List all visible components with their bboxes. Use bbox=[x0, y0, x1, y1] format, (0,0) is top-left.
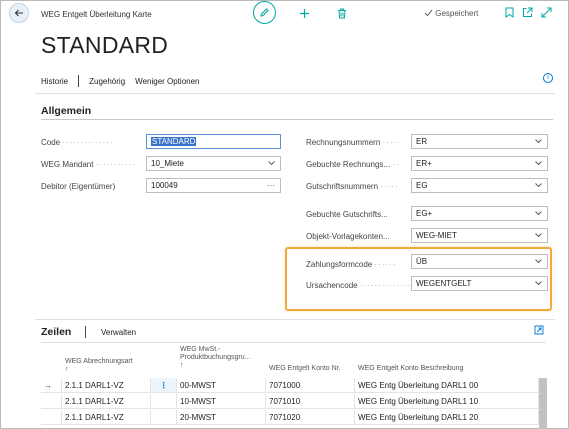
code-field[interactable]: STANDARD bbox=[146, 134, 281, 149]
posted-credit-memos-field[interactable]: EG+ bbox=[411, 206, 548, 221]
field-label-posted-credit-memos: Gebuchte Gutschrifts... bbox=[306, 210, 388, 219]
saved-status: Gespeichert bbox=[424, 9, 478, 18]
row-marker-empty bbox=[41, 394, 62, 409]
debitor-value: 100049 bbox=[151, 181, 178, 190]
cell-vat[interactable]: 10-MWST bbox=[177, 394, 266, 409]
row-menu-empty[interactable] bbox=[151, 394, 177, 409]
table-row[interactable]: 2.1.1 DARL1-VZ 10-MWST 7071010 WEG Entg … bbox=[41, 394, 541, 409]
invoice-numbers-value: ER bbox=[416, 137, 428, 146]
divider bbox=[35, 93, 555, 94]
chevron-down-icon[interactable] bbox=[533, 233, 543, 238]
pencil-icon bbox=[260, 8, 269, 17]
section-underline bbox=[41, 119, 553, 120]
code-value: STANDARD bbox=[151, 137, 197, 146]
cell-account-desc[interactable]: WEG Entg Überleitung DARL1 20 bbox=[355, 410, 539, 425]
open-in-new-window-icon bbox=[522, 7, 532, 17]
back-arrow-icon bbox=[14, 9, 23, 17]
cell-vat[interactable]: 00-MWST bbox=[177, 378, 266, 393]
posted-invoices-value: ER+ bbox=[416, 159, 432, 168]
posted-credit-memos-value: EG+ bbox=[416, 209, 433, 218]
bookmark-button[interactable] bbox=[503, 6, 515, 19]
field-label-posted-invoices: Gebuchte Rechnungs... ·· bbox=[306, 160, 400, 169]
column-header-account-no[interactable]: WEG Entgelt Konto Nr. bbox=[269, 365, 341, 373]
field-label-object-template-accounts: Objekt-Vorlagekonten... bbox=[306, 232, 390, 241]
cell-account-desc[interactable]: WEG Entg Überleitung DARL1 10 bbox=[355, 394, 539, 409]
lines-section-title[interactable]: Zeilen bbox=[41, 326, 71, 338]
cell-type[interactable]: 2.1.1 DARL1-VZ bbox=[62, 394, 151, 409]
field-label-credit-memo-numbers: Gutschriftsnummern ····· bbox=[306, 182, 399, 191]
chevron-down-icon[interactable] bbox=[533, 139, 543, 144]
top-bar: WEG Entgelt Überleitung Karte Gespeicher… bbox=[1, 1, 569, 27]
debitor-field[interactable]: 100049 ··· bbox=[146, 178, 281, 193]
divider bbox=[85, 326, 86, 338]
action-fewer-options[interactable]: Weniger Optionen bbox=[135, 77, 199, 86]
divider bbox=[35, 319, 555, 320]
field-label-weg-mandant: WEG Mandant ··········· bbox=[41, 160, 137, 169]
chevron-down-icon[interactable] bbox=[266, 161, 276, 166]
invoice-numbers-field[interactable]: ER bbox=[411, 134, 548, 149]
bookmark-icon bbox=[505, 7, 513, 18]
action-bar: Historie Zugehörig Weniger Optionen bbox=[41, 75, 200, 87]
field-label-code: Code ·············· bbox=[41, 138, 114, 147]
cell-account-desc[interactable]: WEG Entg Überleitung DARL1 00 bbox=[355, 378, 539, 393]
checkmark-icon bbox=[424, 9, 433, 17]
table-row[interactable]: → 2.1.1 DARL1-VZ ⋮ 00-MWST 7071000 WEG E… bbox=[41, 378, 541, 393]
lines-manage-action[interactable]: Verwalten bbox=[101, 328, 136, 337]
chevron-down-icon[interactable] bbox=[533, 161, 543, 166]
edit-button[interactable] bbox=[253, 1, 276, 24]
delete-button[interactable] bbox=[335, 6, 349, 20]
cell-vat[interactable]: 20-MWST bbox=[177, 410, 266, 425]
info-icon[interactable]: i bbox=[543, 73, 553, 83]
action-history[interactable]: Historie bbox=[41, 77, 68, 86]
action-related[interactable]: Zugehörig bbox=[89, 77, 125, 86]
field-label-debitor: Debitor (Eigentümer) bbox=[41, 182, 116, 191]
chevron-down-icon[interactable] bbox=[533, 211, 543, 216]
open-new-window-button[interactable] bbox=[521, 6, 533, 19]
credit-memo-numbers-field[interactable]: EG bbox=[411, 178, 548, 193]
posted-invoices-field[interactable]: ER+ bbox=[411, 156, 548, 171]
sort-ascending-icon: ↑ bbox=[180, 362, 184, 369]
cell-type[interactable]: 2.1.1 DARL1-VZ bbox=[62, 410, 151, 425]
card-page: WEG Entgelt Überleitung Karte Gespeicher… bbox=[0, 0, 569, 429]
row-menu-empty[interactable] bbox=[151, 410, 177, 425]
chevron-down-icon[interactable] bbox=[533, 183, 543, 188]
page-title: STANDARD bbox=[41, 32, 169, 58]
section-title-general[interactable]: Allgemein bbox=[41, 105, 91, 117]
expand-icon[interactable] bbox=[534, 325, 544, 337]
grid-scrollbar[interactable] bbox=[539, 378, 547, 429]
row-menu-icon[interactable]: ⋮ bbox=[151, 378, 177, 393]
table-row[interactable]: 2.1.1 DARL1-VZ 20-MWST 7071020 WEG Entg … bbox=[41, 410, 541, 425]
object-template-accounts-value: WEG-MIET bbox=[416, 231, 457, 240]
credit-memo-numbers-value: EG bbox=[416, 181, 428, 190]
window-title: WEG Entgelt Überleitung Karte bbox=[41, 10, 152, 19]
weg-mandant-value: 10_Miete bbox=[151, 159, 184, 168]
new-button[interactable] bbox=[297, 6, 311, 20]
collapse-expand-icon bbox=[541, 7, 551, 18]
divider bbox=[78, 75, 80, 87]
column-header-account-desc[interactable]: WEG Entgelt Konto Beschreibung bbox=[358, 365, 463, 373]
plus-icon bbox=[299, 8, 309, 18]
sort-ascending-icon: ↑ bbox=[65, 366, 69, 373]
trash-icon bbox=[338, 8, 346, 18]
cell-account-no[interactable]: 7071000 bbox=[266, 378, 355, 393]
expand-page-button[interactable] bbox=[540, 6, 552, 19]
column-header-type[interactable]: WEG Abrechnungsart ↑ bbox=[65, 358, 133, 374]
cell-type[interactable]: 2.1.1 DARL1-VZ bbox=[62, 378, 151, 393]
cell-account-no[interactable]: 7071020 bbox=[266, 410, 355, 425]
field-label-invoice-numbers: Rechnungsnummern ····· bbox=[306, 138, 401, 147]
divider bbox=[41, 342, 546, 343]
row-marker-empty bbox=[41, 410, 62, 425]
object-template-accounts-field[interactable]: WEG-MIET bbox=[411, 228, 548, 243]
weg-mandant-field[interactable]: 10_Miete bbox=[146, 156, 281, 171]
row-marker: → bbox=[41, 378, 62, 393]
column-header-vat[interactable]: WEG MwSt.- Produktbuchungsgru... ↑ bbox=[180, 346, 250, 370]
back-button[interactable] bbox=[9, 3, 29, 23]
ellipsis-icon[interactable]: ··· bbox=[266, 181, 276, 190]
highlight-annotation bbox=[285, 247, 552, 311]
saved-label: Gespeichert bbox=[435, 9, 479, 18]
cell-account-no[interactable]: 7071010 bbox=[266, 394, 355, 409]
